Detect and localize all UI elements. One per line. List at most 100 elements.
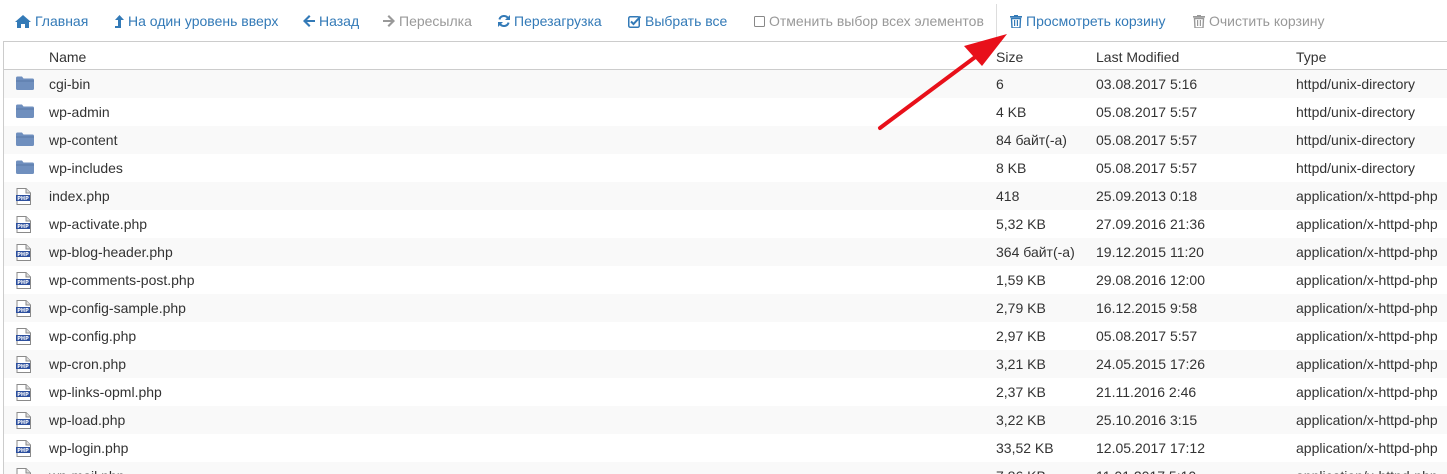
- php-file-icon: PHP: [16, 272, 31, 292]
- file-type: httpd/unix-directory: [1296, 76, 1416, 92]
- select-all-button[interactable]: Выбрать все: [628, 12, 727, 30]
- php-file-icon: PHP: [16, 328, 31, 348]
- deselect-all-button[interactable]: Отменить выбор всех элементов: [754, 12, 984, 30]
- up-level-button[interactable]: На один уровень вверх: [115, 12, 278, 30]
- svg-text:PHP: PHP: [17, 196, 29, 202]
- table-row[interactable]: wp-content 84 байт(-а) 05.08.2017 5:57 http…: [4, 126, 1447, 155]
- table-row[interactable]: PHP wp-blog-header.php 364 байт(-а) 19.12.2…: [4, 238, 1447, 267]
- table-header: Name Size Last Modified Type: [4, 42, 1447, 70]
- file-size: 8 KB: [996, 160, 1027, 176]
- trash-icon: [1010, 14, 1022, 28]
- file-size: 4 KB: [996, 104, 1027, 120]
- forward-label: Пересылка: [399, 13, 472, 29]
- svg-text:PHP: PHP: [17, 252, 29, 258]
- file-size: 5,32 KB: [996, 216, 1046, 232]
- svg-text:PHP: PHP: [17, 336, 29, 342]
- table-row[interactable]: PHP wp-login.php 33,52 KB 12.05.2017 17:12 a…: [4, 434, 1447, 463]
- home-label: Главная: [35, 13, 89, 29]
- file-modified: 25.10.2016 3:15: [1096, 412, 1198, 428]
- table-row[interactable]: wp-includes 8 KB 05.08.2017 5:57 httpd/unix…: [4, 154, 1447, 183]
- folder-icon: [16, 104, 34, 121]
- home-button[interactable]: Главная: [15, 12, 88, 30]
- reload-label: Перезагрузка: [514, 13, 602, 29]
- file-type: application/x-httpd-php: [1296, 412, 1438, 428]
- reload-button[interactable]: Перезагрузка: [498, 12, 602, 30]
- table-row[interactable]: PHP index.php 418 25.09.2013 0:18 applicatio…: [4, 182, 1447, 211]
- php-file-icon: PHP: [16, 188, 31, 208]
- file-size: 2,79 KB: [996, 300, 1046, 316]
- trash-icon: [1193, 14, 1205, 28]
- back-label: Назад: [319, 13, 360, 29]
- empty-trash-button[interactable]: Очистить корзину: [1193, 12, 1325, 30]
- file-name[interactable]: wp-includes: [49, 160, 123, 176]
- file-modified: 25.09.2013 0:18: [1096, 188, 1198, 204]
- column-header-type[interactable]: Type: [1296, 49, 1326, 65]
- file-modified: 12.05.2017 17:12: [1096, 440, 1205, 456]
- refresh-icon: [498, 15, 510, 28]
- table-row[interactable]: PHP wp-cron.php 3,21 KB 24.05.2015 17:26 app…: [4, 350, 1447, 379]
- file-type: application/x-httpd-php: [1296, 300, 1438, 316]
- table-row[interactable]: PHP wp-mail.php 7,86 KB 11.01.2017 5:10 appl…: [4, 462, 1447, 474]
- file-name[interactable]: wp-activate.php: [49, 216, 147, 232]
- home-icon: [15, 14, 31, 28]
- svg-text:PHP: PHP: [17, 392, 29, 398]
- php-file-icon: PHP: [16, 384, 31, 404]
- forward-button[interactable]: Пересылка: [383, 12, 472, 30]
- table-row[interactable]: PHP wp-config-sample.php 2,79 KB 16.12.2015…: [4, 294, 1447, 323]
- file-name[interactable]: cgi-bin: [49, 76, 90, 92]
- file-modified: 24.05.2015 17:26: [1096, 356, 1205, 372]
- file-name[interactable]: wp-config.php: [49, 328, 136, 344]
- table-row[interactable]: PHP wp-links-opml.php 2,37 KB 21.11.2016 2:…: [4, 378, 1447, 407]
- file-type: application/x-httpd-php: [1296, 384, 1438, 400]
- file-name[interactable]: index.php: [49, 188, 110, 204]
- file-size: 3,22 KB: [996, 412, 1046, 428]
- php-file-icon: PHP: [16, 244, 31, 264]
- file-type: httpd/unix-directory: [1296, 132, 1416, 148]
- arrow-left-icon: [303, 15, 315, 28]
- table-row[interactable]: PHP wp-load.php 3,22 KB 25.10.2016 3:15 appl…: [4, 406, 1447, 435]
- file-type: application/x-httpd-php: [1296, 328, 1438, 344]
- table-row[interactable]: wp-admin 4 KB 05.08.2017 5:57 httpd/unix-di…: [4, 98, 1447, 127]
- arrow-right-icon: [383, 15, 395, 28]
- folder-icon: [16, 132, 34, 149]
- file-size: 7,86 KB: [996, 468, 1046, 474]
- view-trash-label: Просмотреть корзину: [1026, 13, 1166, 29]
- column-header-size[interactable]: Size: [996, 49, 1023, 65]
- file-name[interactable]: wp-login.php: [49, 440, 128, 456]
- file-name[interactable]: wp-config-sample.php: [49, 300, 186, 316]
- svg-text:PHP: PHP: [17, 420, 29, 426]
- empty-trash-label: Очистить корзину: [1209, 13, 1325, 29]
- svg-text:PHP: PHP: [17, 224, 29, 230]
- svg-text:PHP: PHP: [17, 448, 29, 454]
- file-name[interactable]: wp-cron.php: [49, 356, 126, 372]
- svg-text:PHP: PHP: [17, 308, 29, 314]
- column-header-modified[interactable]: Last Modified: [1096, 49, 1179, 65]
- table-row[interactable]: cgi-bin 6 03.08.2017 5:16 httpd/unix-direct…: [4, 70, 1447, 99]
- svg-text:PHP: PHP: [17, 280, 29, 286]
- file-type: application/x-httpd-php: [1296, 244, 1438, 260]
- select-all-label: Выбрать все: [645, 13, 728, 29]
- file-type: application/x-httpd-php: [1296, 272, 1438, 288]
- table-row[interactable]: PHP wp-activate.php 5,32 KB 27.09.2016 21:3…: [4, 210, 1447, 239]
- folder-icon: [16, 76, 34, 93]
- file-name[interactable]: wp-links-opml.php: [49, 384, 162, 400]
- file-name[interactable]: wp-content: [49, 132, 117, 148]
- view-trash-button[interactable]: Просмотреть корзину: [1010, 12, 1166, 30]
- file-name[interactable]: wp-mail.php: [49, 468, 124, 474]
- file-modified: 03.08.2017 5:16: [1096, 76, 1198, 92]
- file-name[interactable]: wp-load.php: [49, 412, 125, 428]
- table-row[interactable]: PHP wp-config.php 2,97 KB 05.08.2017 5:57 ap…: [4, 322, 1447, 351]
- file-modified: 29.08.2016 12:00: [1096, 272, 1205, 288]
- file-type: application/x-httpd-php: [1296, 356, 1438, 372]
- file-name[interactable]: wp-blog-header.php: [49, 244, 173, 260]
- table-row[interactable]: PHP wp-comments-post.php 1,59 KB 29.08.2016…: [4, 266, 1447, 295]
- file-table: Name Size Last Modified Type cgi-bin 6 03.…: [3, 41, 1447, 474]
- file-size: 364 байт(-а): [996, 244, 1075, 260]
- column-header-name[interactable]: Name: [49, 49, 86, 65]
- php-file-icon: PHP: [16, 412, 31, 432]
- file-name[interactable]: wp-comments-post.php: [49, 272, 195, 288]
- file-type: application/x-httpd-php: [1296, 440, 1438, 456]
- back-button[interactable]: Назад: [303, 12, 359, 30]
- file-name[interactable]: wp-admin: [49, 104, 110, 120]
- php-file-icon: PHP: [16, 300, 31, 320]
